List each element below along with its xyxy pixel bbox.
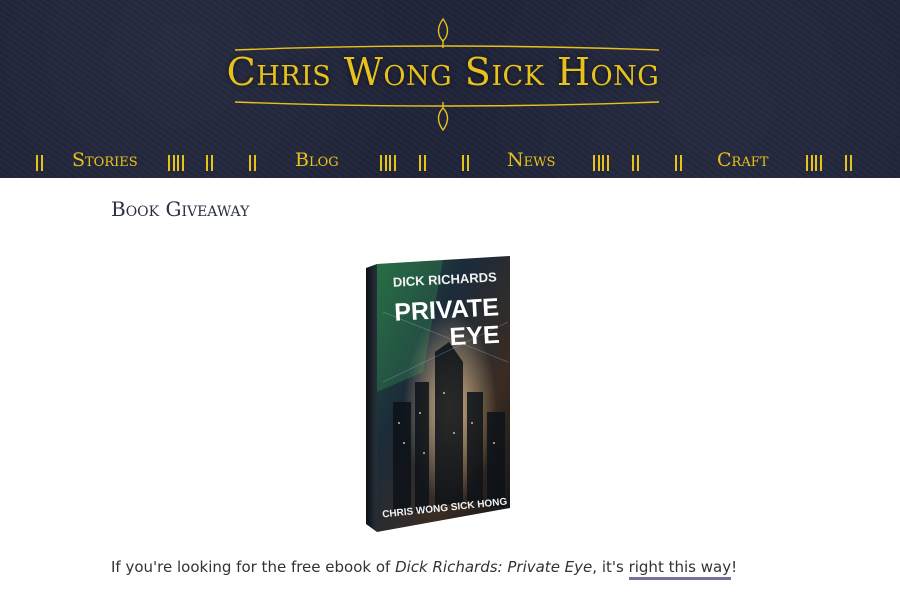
nav-item-craft[interactable]: Craft xyxy=(717,149,768,171)
intro-text-before: If you're looking for the free ebook of xyxy=(111,558,396,576)
nav-separator-icon xyxy=(206,155,213,171)
intro-book-title: Dick Richards: Private Eye xyxy=(395,558,593,576)
main-nav: Stories Blog News Craft xyxy=(0,146,900,178)
nav-separator-icon xyxy=(177,155,184,171)
nav-separator-icon xyxy=(389,155,396,171)
nav-separator-icon xyxy=(845,155,852,171)
nav-separator-icon xyxy=(36,155,43,171)
ebook-link[interactable]: right this way xyxy=(628,558,732,580)
nav-separator-icon xyxy=(675,155,682,171)
nav-item-news[interactable]: News xyxy=(507,149,555,171)
nav-separator-icon xyxy=(462,155,469,171)
cover-title-line2: EYE xyxy=(449,321,500,352)
nav-separator-icon xyxy=(249,155,256,171)
book-cover-image: DICK RICHARDS PRIVATE EYE CHRIS WONG SIC… xyxy=(366,256,510,532)
page-title: Book Giveaway xyxy=(111,197,250,221)
intro-text-middle: , it's xyxy=(592,558,629,576)
nav-separator-icon xyxy=(593,155,600,171)
nav-separator-icon xyxy=(632,155,639,171)
nav-item-blog[interactable]: Blog xyxy=(295,149,339,171)
intro-text-after: ! xyxy=(731,558,738,576)
nav-separator-icon xyxy=(815,155,822,171)
site-header: Chris Wong Sick Hong Stories Blog News C… xyxy=(0,0,900,178)
nav-separator-icon xyxy=(806,155,813,171)
nav-separator-icon xyxy=(168,155,175,171)
nav-separator-icon xyxy=(380,155,387,171)
nav-separator-icon xyxy=(602,155,609,171)
nav-separator-icon xyxy=(419,155,426,171)
nav-item-stories[interactable]: Stories xyxy=(72,149,138,171)
site-title[interactable]: Chris Wong Sick Hong xyxy=(0,50,886,94)
intro-paragraph: If you're looking for the free ebook of … xyxy=(111,558,738,580)
